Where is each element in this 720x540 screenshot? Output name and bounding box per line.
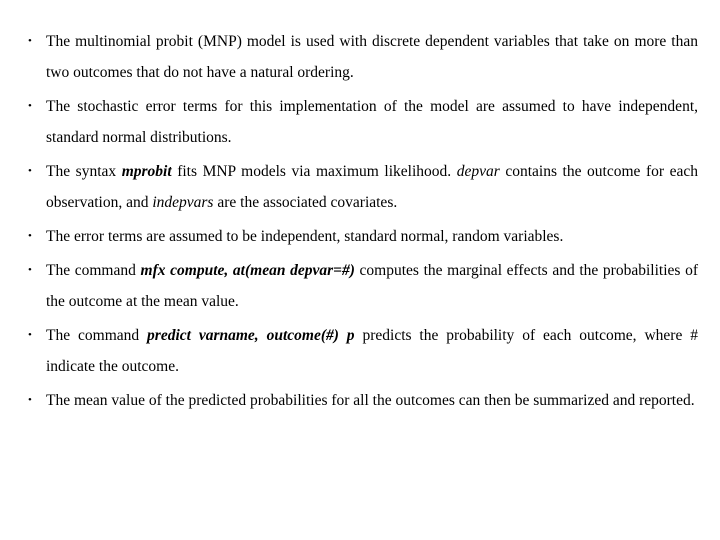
bullet-icon: • [28, 329, 32, 341]
bullet-text: The error terms are assumed to be indepe… [46, 221, 698, 252]
bullet-text: The multinomial probit (MNP) model is us… [46, 26, 698, 88]
bullet-icon: • [28, 165, 32, 177]
bullet-icon: • [28, 394, 32, 406]
command-mfx-compute: mfx compute, at(mean depvar=#) [140, 262, 355, 279]
text-run: fits MNP models via maximum likelihood. [171, 163, 457, 180]
bullet-item-predict: • The command predict varname, outcome(#… [28, 320, 698, 382]
text-run: The syntax [46, 163, 122, 180]
slide: • The multinomial probit (MNP) model is … [0, 0, 720, 540]
bullet-text: The stochastic error terms for this impl… [46, 91, 698, 153]
bullet-text: The syntax mprobit fits MNP models via m… [46, 156, 698, 218]
command-predict: predict varname, outcome(#) p [147, 327, 355, 344]
text-run: The command [46, 327, 148, 344]
term-indepvars: indepvars [152, 194, 214, 211]
text-run: The multinomial probit (MNP) model is us… [46, 33, 698, 81]
bullet-icon: • [28, 230, 32, 242]
bullet-item-mfx-compute: • The command mfx compute, at(mean depva… [28, 255, 698, 317]
bullet-icon: • [28, 264, 32, 276]
text-run: The error terms are assumed to be indepe… [46, 228, 564, 245]
text-run: The stochastic error terms for this impl… [46, 98, 698, 146]
command-mprobit: mprobit [121, 163, 172, 180]
text-run: The command [46, 262, 141, 279]
bullet-item-mean-value: • The mean value of the predicted probab… [28, 385, 698, 416]
bullet-icon: • [28, 35, 32, 47]
bullet-list: • The multinomial probit (MNP) model is … [28, 26, 698, 419]
bullet-icon: • [28, 100, 32, 112]
bullet-item-error-terms-stochastic: • The stochastic error terms for this im… [28, 91, 698, 153]
term-depvar: depvar [456, 163, 500, 180]
bullet-text: The command predict varname, outcome(#) … [46, 320, 698, 382]
bullet-text: The mean value of the predicted probabil… [46, 385, 698, 416]
bullet-item-syntax-mprobit: • The syntax mprobit fits MNP models via… [28, 156, 698, 218]
bullet-text: The command mfx compute, at(mean depvar=… [46, 255, 698, 317]
text-run: The mean value of the predicted probabil… [46, 392, 695, 409]
bullet-item-error-terms-independent: • The error terms are assumed to be inde… [28, 221, 698, 252]
text-run: are the associated covariates. [213, 194, 398, 211]
bullet-item-mnp-definition: • The multinomial probit (MNP) model is … [28, 26, 698, 88]
